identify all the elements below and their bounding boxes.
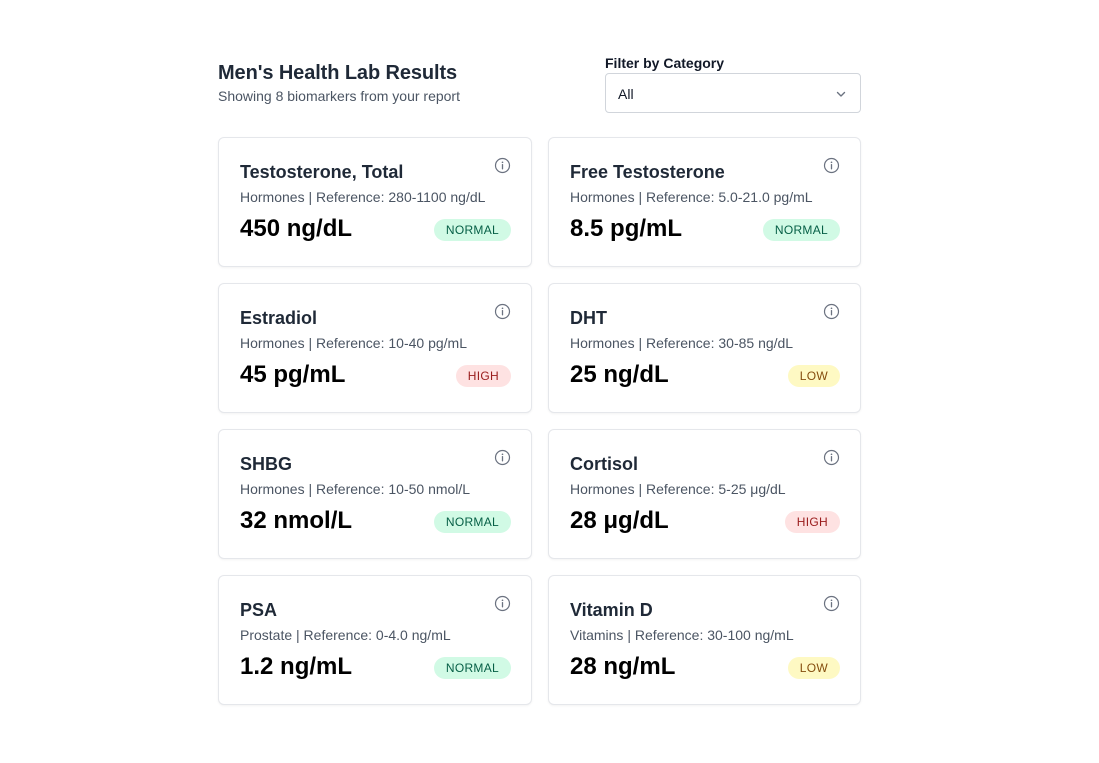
biomarker-value: 28 ng/mL (570, 653, 676, 680)
page-subtitle: Showing 8 biomarkers from your report (218, 88, 460, 104)
biomarker-card-shbg[interactable]: SHBG Hormones | Reference: 10-50 nmol/L … (218, 429, 532, 559)
biomarker-card-cortisol[interactable]: Cortisol Hormones | Reference: 5-25 μg/d… (548, 429, 861, 559)
biomarker-name: SHBG (240, 454, 293, 474)
status-badge: NORMAL (762, 219, 840, 241)
biomarker-reference: Hormones | Reference: 5.0-21.0 pg/mL (570, 189, 813, 205)
status-badge: NORMAL (433, 657, 511, 679)
status-badge: NORMAL (433, 219, 511, 241)
biomarker-value: 45 pg/mL (240, 361, 346, 388)
biomarker-grid: Testosterone, Total Hormones | Reference… (218, 137, 861, 705)
category-filter: Filter by Category All (605, 54, 861, 113)
info-icon[interactable] (494, 449, 511, 466)
page-header: Men's Health Lab Results Showing 8 bioma… (218, 52, 861, 137)
lab-results-page: Men's Health Lab Results Showing 8 bioma… (218, 52, 861, 705)
biomarker-reference: Hormones | Reference: 10-50 nmol/L (240, 481, 471, 497)
biomarker-card-free-testosterone[interactable]: Free Testosterone Hormones | Reference: … (548, 137, 861, 267)
biomarker-name: Free Testosterone (570, 162, 725, 182)
info-icon[interactable] (823, 449, 840, 466)
biomarker-value: 8.5 pg/mL (570, 215, 683, 242)
biomarker-name: Vitamin D (570, 600, 653, 620)
biomarker-value: 32 nmol/L (240, 507, 353, 534)
category-select[interactable]: All (605, 73, 861, 113)
biomarker-card-testosterone-total[interactable]: Testosterone, Total Hormones | Reference… (218, 137, 532, 267)
biomarker-card-estradiol[interactable]: Estradiol Hormones | Reference: 10-40 pg… (218, 283, 532, 413)
biomarker-value: 1.2 ng/mL (240, 653, 353, 680)
biomarker-name: Estradiol (240, 308, 318, 328)
biomarker-card-dht[interactable]: DHT Hormones | Reference: 30-85 ng/dL 25… (548, 283, 861, 413)
category-select-value: All (618, 86, 634, 102)
chevron-down-icon (836, 91, 846, 97)
biomarker-value: 450 ng/dL (240, 215, 353, 242)
biomarker-name: Cortisol (570, 454, 639, 474)
status-badge: HIGH (784, 511, 840, 533)
biomarker-name: Testosterone, Total (240, 162, 404, 182)
info-icon[interactable] (494, 303, 511, 320)
page-title: Men's Health Lab Results (218, 62, 458, 84)
biomarker-reference: Hormones | Reference: 30-85 ng/dL (570, 335, 794, 351)
info-icon[interactable] (823, 157, 840, 174)
info-icon[interactable] (823, 303, 840, 320)
info-icon[interactable] (494, 157, 511, 174)
biomarker-name: DHT (570, 308, 607, 328)
filter-label: Filter by Category (605, 55, 725, 71)
biomarker-reference: Hormones | Reference: 10-40 pg/mL (240, 335, 467, 351)
biomarker-card-vitamin-d[interactable]: Vitamin D Vitamins | Reference: 30-100 n… (548, 575, 861, 705)
status-badge: HIGH (455, 365, 511, 387)
status-badge: NORMAL (433, 511, 511, 533)
biomarker-name: PSA (240, 600, 278, 620)
biomarker-value: 25 ng/dL (570, 361, 669, 388)
info-icon[interactable] (823, 595, 840, 612)
info-icon[interactable] (494, 595, 511, 612)
biomarker-value: 28 μg/dL (570, 507, 669, 534)
biomarker-reference: Hormones | Reference: 5-25 μg/dL (570, 481, 786, 497)
biomarker-reference: Hormones | Reference: 280-1100 ng/dL (240, 189, 486, 205)
status-badge: LOW (787, 365, 840, 387)
biomarker-reference: Prostate | Reference: 0-4.0 ng/mL (240, 627, 451, 643)
status-badge: LOW (787, 657, 840, 679)
biomarker-card-psa[interactable]: PSA Prostate | Reference: 0-4.0 ng/mL 1.… (218, 575, 532, 705)
title-block: Men's Health Lab Results Showing 8 bioma… (218, 61, 460, 105)
biomarker-reference: Vitamins | Reference: 30-100 ng/mL (570, 627, 794, 643)
